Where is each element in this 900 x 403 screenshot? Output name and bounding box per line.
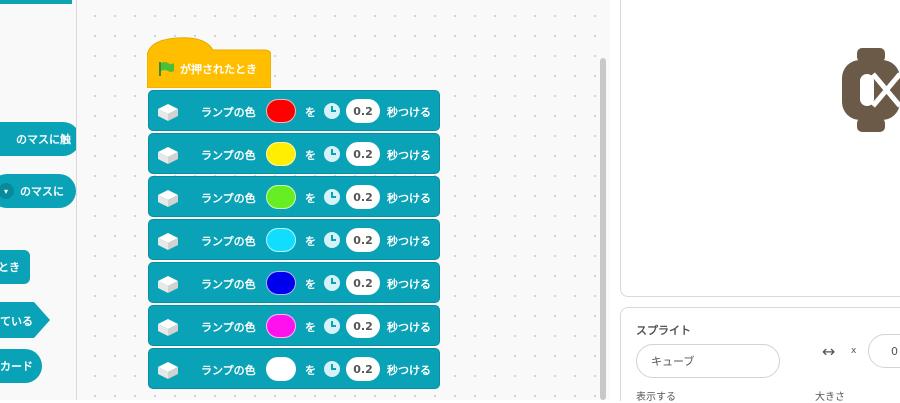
duration-unit-label: 秒つける <box>387 278 431 291</box>
cube-icon <box>158 319 178 336</box>
lamp-color-label: ランプの色 <box>201 321 256 334</box>
duration-input[interactable]: 0.2 <box>346 228 380 252</box>
particle-wo: を <box>305 321 316 334</box>
palette-block-card-label: カード <box>0 360 33 373</box>
duration-input[interactable]: 0.2 <box>346 357 380 381</box>
duration-input[interactable]: 0.2 <box>346 271 380 295</box>
cube-icon <box>158 233 178 250</box>
lamp-color-block[interactable]: ランプの色 を 0.2 秒つける <box>148 176 440 217</box>
duration-input[interactable]: 0.2 <box>346 314 380 338</box>
cube-sprite[interactable] <box>838 44 900 136</box>
duration-unit-label: 秒つける <box>387 106 431 119</box>
x-position-input[interactable]: 0 <box>868 334 900 368</box>
x-label: x <box>851 346 857 356</box>
palette-block-square-dropdown-label: のマスに <box>20 185 64 198</box>
duration-input[interactable]: 0.2 <box>346 99 380 123</box>
sprite-pane-title: スプライト <box>636 324 691 337</box>
duration-unit-label: 秒つける <box>387 364 431 377</box>
particle-wo: を <box>305 106 316 119</box>
duration-unit-label: 秒つける <box>387 235 431 248</box>
duration-unit-label: 秒つける <box>387 321 431 334</box>
show-label: 表示する <box>636 392 676 403</box>
duration-input[interactable]: 0.2 <box>346 185 380 209</box>
palette-block-square-dropdown[interactable]: ▾ のマスに <box>0 174 76 208</box>
lamp-color-label: ランプの色 <box>201 149 256 162</box>
clock-icon <box>324 318 340 334</box>
lamp-color-label: ランプの色 <box>201 106 256 119</box>
lamp-color-block[interactable]: ランプの色 を 0.2 秒つける <box>148 133 440 174</box>
lamp-color-label: ランプの色 <box>201 364 256 377</box>
palette-block-when-label: とき <box>0 261 20 274</box>
lamp-color-label: ランプの色 <box>201 278 256 291</box>
palette-block-boolean-label: ている <box>0 315 33 328</box>
lamp-color-swatch[interactable] <box>266 357 296 381</box>
lamp-color-block[interactable]: ランプの色 を 0.2 秒つける <box>148 219 440 260</box>
particle-wo: を <box>305 364 316 377</box>
clock-icon <box>324 103 340 119</box>
particle-wo: を <box>305 278 316 291</box>
lamp-color-swatch[interactable] <box>266 271 296 295</box>
lamp-color-block[interactable]: ランプの色 を 0.2 秒つける <box>148 90 440 131</box>
cube-icon <box>158 190 178 207</box>
palette-block-when[interactable]: とき <box>0 250 30 284</box>
lamp-color-block[interactable]: ランプの色 を 0.2 秒つける <box>148 305 440 346</box>
palette-block-card[interactable]: カード <box>0 349 42 383</box>
cube-icon <box>158 276 178 293</box>
clock-icon <box>324 189 340 205</box>
lamp-color-block[interactable]: ランプの色 を 0.2 秒つける <box>148 348 440 389</box>
lamp-color-block[interactable]: ランプの色 を 0.2 秒つける <box>148 262 440 303</box>
lamp-color-swatch[interactable] <box>266 314 296 338</box>
lamp-color-swatch[interactable] <box>266 185 296 209</box>
horizontal-arrows-icon: ↔ <box>822 342 836 361</box>
chevron-down-icon[interactable]: ▾ <box>0 183 14 199</box>
green-flag-icon <box>159 62 174 76</box>
lamp-color-label: ランプの色 <box>201 192 256 205</box>
lamp-color-label: ランプの色 <box>201 235 256 248</box>
palette-block-touch-square[interactable]: のマスに触 <box>0 122 76 156</box>
palette-block-touch-square-label: のマスに触 <box>16 133 71 146</box>
cube-icon <box>158 104 178 121</box>
lamp-color-swatch[interactable] <box>266 99 296 123</box>
particle-wo: を <box>305 235 316 248</box>
duration-unit-label: 秒つける <box>387 192 431 205</box>
block-palette: のマスに触 ▾ のマスに とき ている カード <box>0 0 77 400</box>
cube-icon <box>158 147 178 164</box>
clock-icon <box>324 361 340 377</box>
clock-icon <box>324 232 340 248</box>
lamp-color-swatch[interactable] <box>266 228 296 252</box>
cube-icon <box>158 362 178 379</box>
lamp-color-swatch[interactable] <box>266 142 296 166</box>
size-label: 大きさ <box>815 392 845 403</box>
particle-wo: を <box>305 149 316 162</box>
particle-wo: を <box>305 192 316 205</box>
clock-icon <box>324 275 340 291</box>
sprite-name-input[interactable]: キューブ <box>636 344 780 378</box>
hat-block-label: が押されたとき <box>180 63 257 76</box>
palette-top-bar <box>0 0 72 4</box>
clock-icon <box>324 146 340 162</box>
duration-unit-label: 秒つける <box>387 149 431 162</box>
duration-input[interactable]: 0.2 <box>346 142 380 166</box>
workspace-scrollbar[interactable] <box>600 58 606 400</box>
hat-block-label-group: が押されたとき <box>158 61 257 77</box>
